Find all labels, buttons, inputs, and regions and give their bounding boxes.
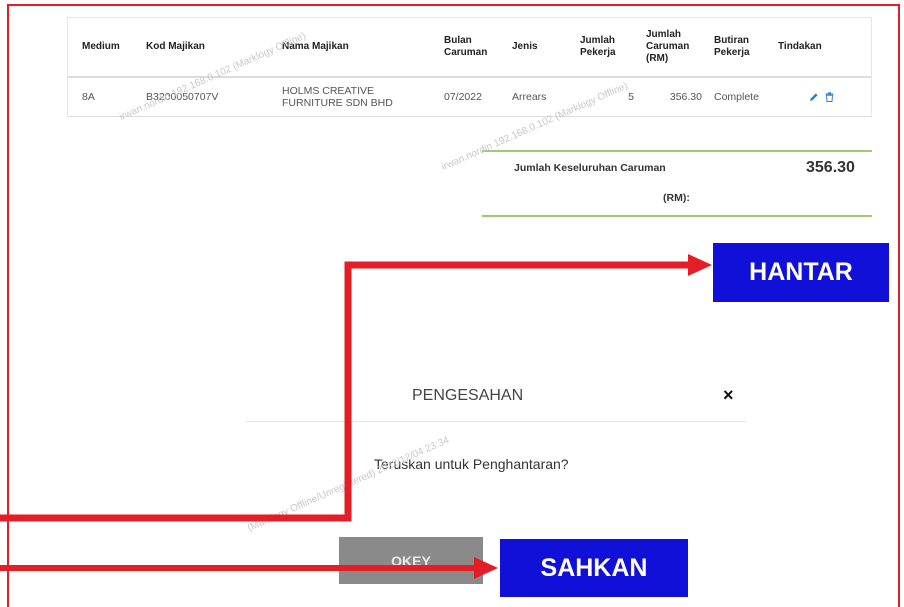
- sahkan-callout: SAHKAN: [500, 539, 688, 597]
- arrow-head-hantar: [688, 254, 712, 276]
- arrow-to-hantar: [0, 261, 690, 522]
- hantar-callout: HANTAR: [713, 243, 889, 302]
- annotation-arrows: [0, 254, 712, 579]
- arrow-head-sahkan: [474, 557, 498, 579]
